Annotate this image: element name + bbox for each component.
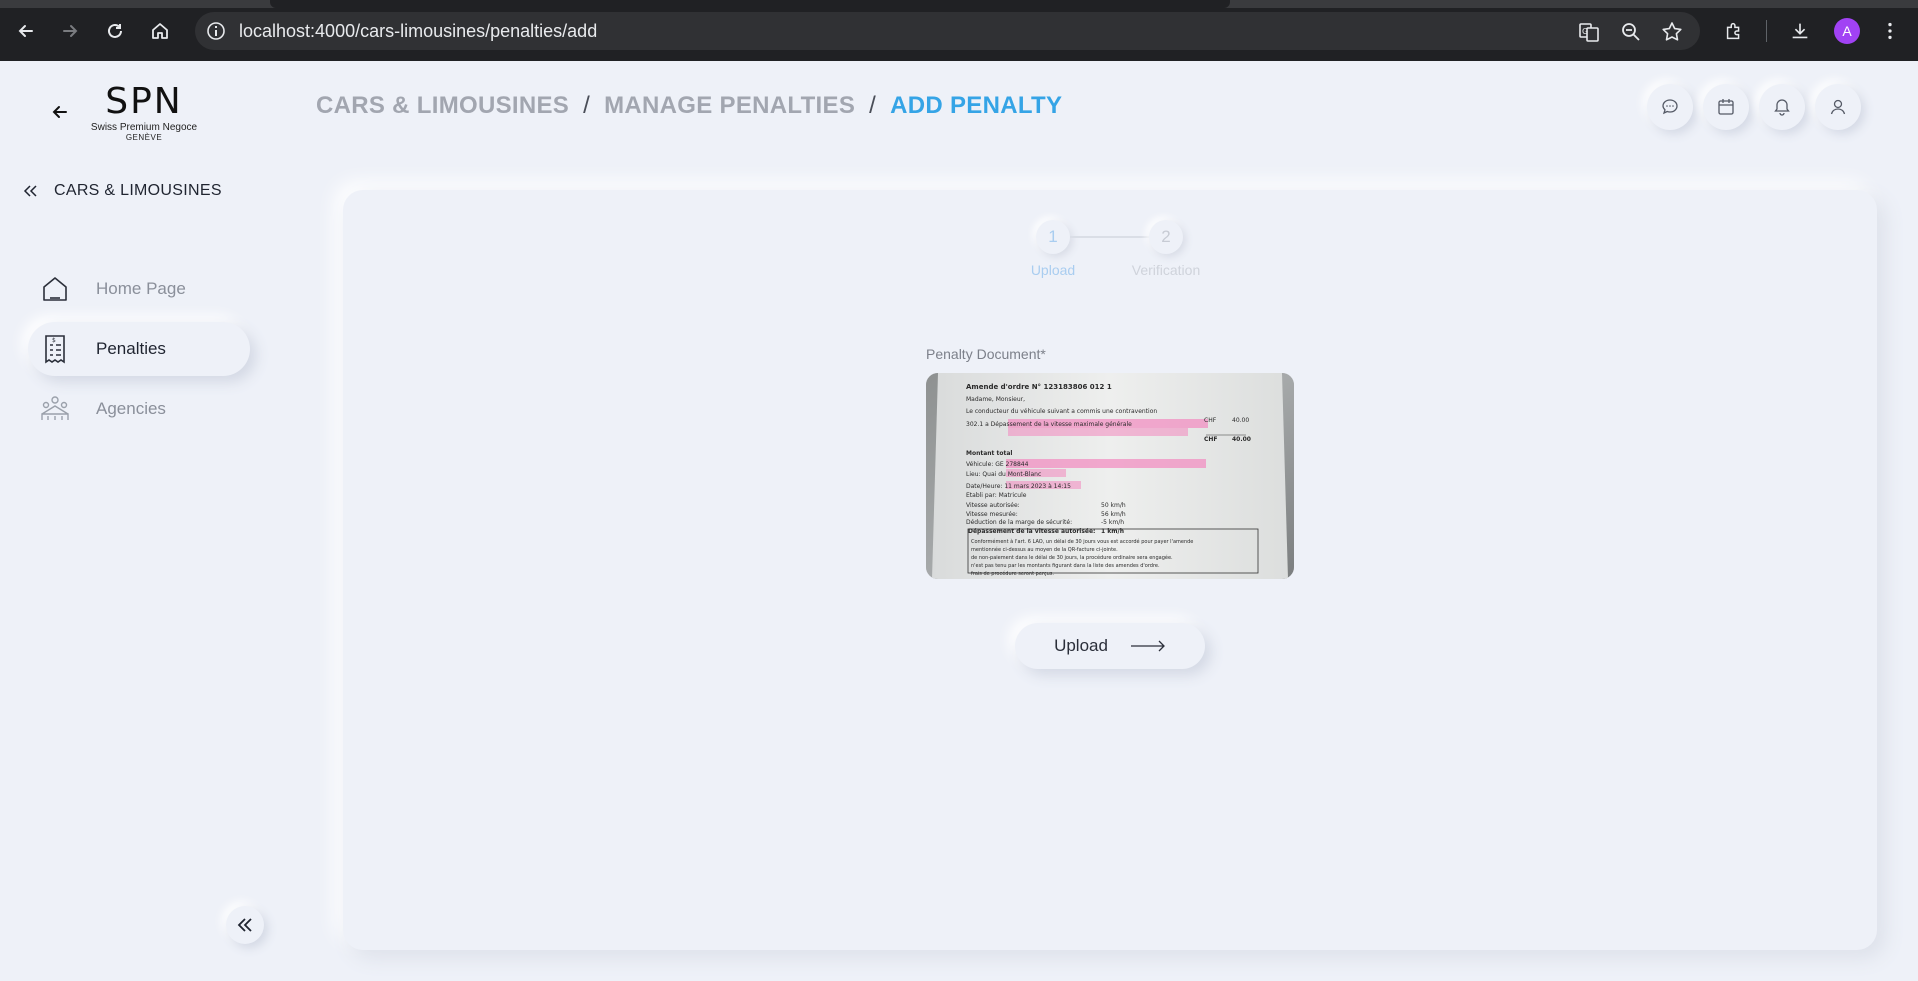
penalty-document-label-text: Penalty Document bbox=[926, 346, 1041, 362]
preview-line: Montant total bbox=[966, 450, 1012, 457]
breadcrumb-item[interactable]: MANAGE PENALTIES bbox=[604, 92, 855, 120]
download-icon[interactable] bbox=[1786, 17, 1814, 45]
preview-line: Date/Heure: 11 mars 2023 à 14:15 bbox=[966, 483, 1071, 490]
back-arrow-icon[interactable] bbox=[50, 102, 70, 122]
translate-icon[interactable]: G bbox=[1577, 20, 1601, 44]
preview-line: Etabli par: Matricule bbox=[966, 492, 1027, 499]
bell-icon bbox=[1774, 99, 1790, 116]
preview-line: Vitesse autorisée: bbox=[966, 502, 1020, 509]
address-bar[interactable]: localhost:4000/cars-limousines/penalties… bbox=[195, 12, 1700, 50]
sidebar-section-link[interactable]: CARS & LIMOUSINES bbox=[22, 182, 222, 200]
breadcrumb-item[interactable]: CARS & LIMOUSINES bbox=[316, 92, 569, 120]
sidebar-section-label: CARS & LIMOUSINES bbox=[54, 182, 222, 199]
invoice-icon: $ bbox=[38, 332, 72, 366]
sidebar-item-label: Agencies bbox=[96, 399, 166, 418]
logo-line2: GENÈVE bbox=[125, 133, 163, 142]
preview-line: Véhicule: GE 278844 bbox=[966, 461, 1029, 468]
bookmark-star-icon[interactable] bbox=[1660, 20, 1684, 44]
preview-line: Déduction de la marge de sécurité: bbox=[966, 519, 1072, 526]
document-photo: Amende d'ordre N° 123183806 012 1 Madame… bbox=[926, 373, 1294, 579]
upload-button[interactable]: Upload bbox=[1015, 623, 1205, 669]
sidebar-item-label: Home Page bbox=[96, 279, 186, 298]
notifications-button[interactable] bbox=[1759, 84, 1805, 130]
preview-line: n'est pas tenu par les montants figurant… bbox=[971, 563, 1160, 569]
home-browser-icon[interactable] bbox=[145, 16, 175, 46]
svg-text:$: $ bbox=[52, 337, 56, 344]
agencies-icon bbox=[38, 392, 72, 426]
preview-line: mentionnée ci-dessus au moyen de la QR-f… bbox=[971, 546, 1118, 553]
sidebar-item-penalties[interactable]: $ Penalties bbox=[28, 322, 250, 376]
toolbar-divider bbox=[1766, 20, 1767, 42]
upload-button-label: Upload bbox=[1054, 636, 1108, 655]
preview-amount: 40.00 bbox=[1232, 417, 1249, 424]
penalty-document-label: Penalty Document* bbox=[926, 346, 1046, 362]
zoom-icon[interactable] bbox=[1619, 20, 1643, 44]
double-chevron-left-icon bbox=[237, 918, 252, 932]
highlight-mark bbox=[1008, 428, 1188, 436]
penalty-document-preview[interactable]: Amende d'ordre N° 123183806 012 1 Madame… bbox=[926, 373, 1294, 579]
preview-currency: CHF bbox=[1204, 436, 1218, 443]
brand-logo: SPN Swiss Premium Negoce GENÈVE bbox=[88, 81, 200, 143]
preview-line: de non-paiement dans le délai de 30 jour… bbox=[971, 554, 1173, 561]
preview-line: Amende d'ordre N° 123183806 012 1 bbox=[966, 383, 1112, 391]
extensions-icon[interactable] bbox=[1720, 17, 1748, 45]
calendar-button[interactable] bbox=[1703, 84, 1749, 130]
step-1-indicator: 1 bbox=[1036, 220, 1070, 254]
reload-icon[interactable] bbox=[100, 16, 130, 46]
long-arrow-right-icon bbox=[1130, 640, 1165, 652]
preview-line: Dépassement de la vitesse autorisée: bbox=[968, 528, 1095, 535]
collapse-sidebar-button[interactable] bbox=[226, 906, 264, 944]
preview-line: Madame, Monsieur, bbox=[966, 396, 1025, 403]
profile-button[interactable] bbox=[1815, 84, 1861, 130]
preview-deduction: -5 km/h bbox=[1101, 519, 1124, 526]
active-tab[interactable] bbox=[270, 0, 1230, 8]
site-info-icon[interactable] bbox=[205, 20, 227, 42]
tab-strip bbox=[0, 0, 1918, 8]
back-icon[interactable] bbox=[11, 16, 41, 46]
preview-line: Le conducteur du véhicule suivant a comm… bbox=[966, 408, 1157, 415]
calendar-icon bbox=[1718, 99, 1734, 115]
breadcrumb-separator: / bbox=[869, 92, 877, 119]
stepper-connector bbox=[1070, 236, 1149, 238]
preview-excess: 1 km/h bbox=[1101, 528, 1124, 535]
profile-avatar[interactable]: A bbox=[1834, 18, 1860, 44]
browser-toolbar: localhost:4000/cars-limousines/penalties… bbox=[0, 0, 1918, 61]
preview-line: frais de procédure seront perçus. bbox=[971, 570, 1054, 577]
double-chevron-left-icon bbox=[23, 185, 37, 197]
highlight-mark bbox=[1006, 459, 1206, 468]
sidebar-item-home[interactable]: Home Page bbox=[28, 262, 250, 316]
preview-total: 40.00 bbox=[1232, 436, 1251, 443]
sidebar-item-label: Penalties bbox=[96, 339, 166, 358]
more-menu-icon[interactable] bbox=[1876, 17, 1904, 45]
messages-button[interactable] bbox=[1647, 84, 1693, 130]
user-icon bbox=[1830, 99, 1846, 115]
preview-speed-measured: 56 km/h bbox=[1101, 511, 1126, 518]
svg-text:G: G bbox=[1582, 27, 1588, 36]
chat-icon bbox=[1662, 99, 1678, 115]
preview-line: Vitesse mesurée: bbox=[966, 511, 1018, 518]
preview-currency: CHF bbox=[1204, 417, 1217, 424]
step-2-indicator: 2 bbox=[1149, 220, 1183, 254]
required-mark: * bbox=[1040, 346, 1046, 362]
forward-icon[interactable] bbox=[55, 16, 85, 46]
step-2-label: Verification bbox=[1131, 262, 1201, 278]
preview-line: Lieu: Quai du Mont-Blanc bbox=[966, 471, 1041, 478]
breadcrumb-current: ADD PENALTY bbox=[890, 92, 1063, 119]
breadcrumb: CARS & LIMOUSINES / MANAGE PENALTIES / A… bbox=[316, 92, 1062, 120]
preview-line: 302.1 a Dépassement de la vitesse maxima… bbox=[966, 421, 1132, 428]
sidebar-item-agencies[interactable]: Agencies bbox=[28, 382, 250, 436]
preview-line: Conformément à l'art. 6 LAO, un délai de… bbox=[971, 538, 1193, 545]
logo-mark: SPN bbox=[105, 81, 183, 122]
preview-speed-allowed: 50 km/h bbox=[1101, 502, 1126, 509]
breadcrumb-separator: / bbox=[583, 92, 591, 119]
step-1-label: Upload bbox=[1030, 262, 1076, 278]
home-icon bbox=[38, 272, 72, 306]
url-text[interactable]: localhost:4000/cars-limousines/penalties… bbox=[239, 21, 597, 42]
logo-line1: Swiss Premium Negoce bbox=[90, 122, 198, 133]
